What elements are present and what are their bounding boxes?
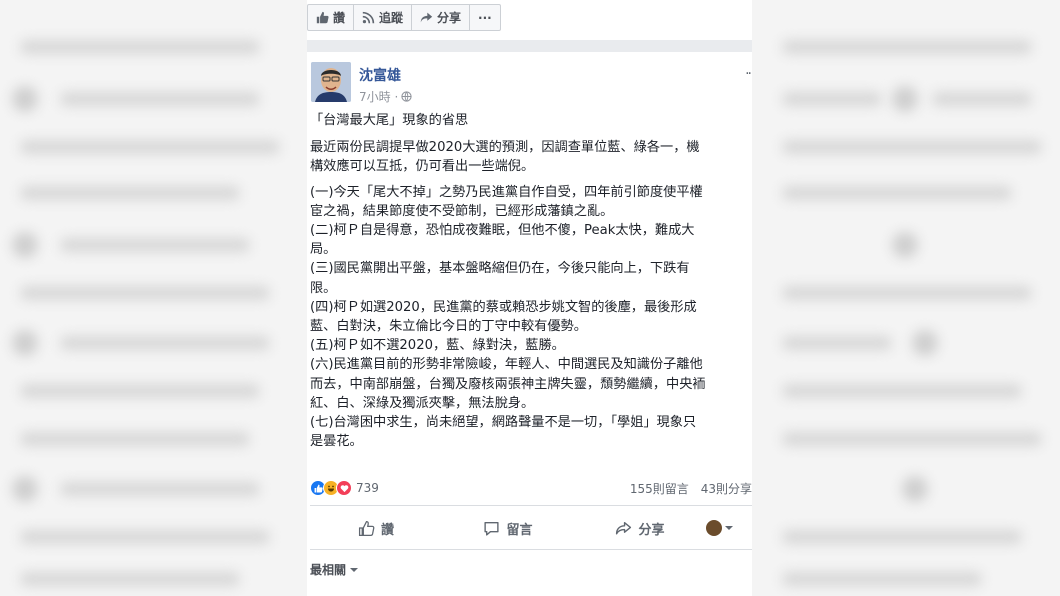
- point-line: (二)柯Ｐ自是得意，恐怕成夜難眠，但他不傻，Peak太快，難成大: [310, 223, 695, 239]
- comment-icon: [484, 521, 500, 536]
- like-button[interactable]: 讚: [310, 519, 442, 538]
- share-count[interactable]: 43則分享: [701, 480, 752, 497]
- author-avatar[interactable]: [311, 62, 351, 102]
- blurred-background-right: [752, 0, 1060, 596]
- chevron-down-icon: [350, 567, 359, 572]
- page-share-label: 分享: [437, 11, 462, 25]
- comment-label: 留言: [506, 522, 533, 538]
- more-options-button[interactable]: ···: [470, 5, 500, 30]
- comment-button[interactable]: 留言: [442, 519, 574, 538]
- globe-icon: [401, 91, 412, 102]
- blurred-background-left: [0, 0, 307, 596]
- point-line: 紅、白、深綠及獨派夾擊，無法脫身。: [310, 395, 535, 411]
- post-title: 「台灣最大尾」現象的省思: [310, 113, 469, 128]
- divider: [310, 549, 752, 550]
- point-line: 宦之禍，結果節度使不受節制，已經形成藩鎮之亂。: [310, 203, 614, 219]
- comment-count[interactable]: 155則留言: [630, 480, 689, 497]
- page-action-bar: 讚 追蹤 分享 ···: [307, 4, 501, 31]
- point-line: (一)今天「尾大不掉」之勢乃民進黨自作自受，四年前引節度使平權: [310, 184, 703, 200]
- post-header: 沈富雄 7小時 ·: [311, 62, 412, 105]
- reaction-count: 739: [356, 481, 379, 495]
- share-button[interactable]: 分享: [574, 519, 706, 538]
- share-arrow-icon: [616, 521, 632, 535]
- follow-button[interactable]: 追蹤: [354, 5, 413, 30]
- point-line: (三)國民黨開出平盤，基本盤略縮但仍在，今後只能向上，下跌有: [310, 261, 690, 277]
- reaction-stats: 739 155則留言 43則分享: [310, 478, 752, 498]
- rss-icon: [362, 11, 375, 24]
- point-line: (四)柯Ｐ如選2020，民進黨的蔡或賴恐步姚文智的後塵，最後形成: [310, 299, 697, 315]
- thumbs-up-icon: [316, 11, 329, 24]
- like-label: 讚: [380, 522, 394, 538]
- author-name[interactable]: 沈富雄: [359, 65, 412, 85]
- follow-label: 追蹤: [379, 11, 404, 25]
- post-options-button[interactable]: ··: [745, 66, 752, 82]
- page-like-label: 讚: [333, 11, 346, 25]
- point-line: (五)柯Ｐ如不選2020，藍、綠對決，藍勝。: [310, 338, 565, 354]
- thumbs-up-icon: [358, 520, 375, 536]
- reaction-summary[interactable]: 739: [310, 480, 379, 496]
- divider: [310, 505, 752, 506]
- point-line: 是曇花。: [310, 434, 363, 450]
- post-intro: 最近兩份民調提早做2020大選的預測，因調查單位藍、綠各一，機 構效應可以互抵，…: [310, 138, 750, 176]
- point-line: 藍、白對決，朱立倫比今日的丁守中較有優勢。: [310, 319, 587, 335]
- user-avatar: [706, 520, 722, 536]
- share-arrow-icon: [420, 12, 433, 23]
- point-line: 限。: [310, 280, 337, 296]
- post-time[interactable]: 7小時 ·: [359, 88, 398, 105]
- more-options-label: ···: [478, 10, 492, 25]
- love-reaction-icon: [336, 480, 352, 496]
- post-action-bar: 讚 留言 分享: [310, 511, 752, 545]
- intro-line: 最近兩份民調提早做2020大選的預測，因調查單位藍、綠各一，機: [310, 140, 700, 156]
- feed-separator: [307, 40, 752, 52]
- facebook-post: 讚 追蹤 分享 ··· 沈富雄 7小時 · ·· 「台灣最大尾」現象的省思 最近…: [307, 0, 752, 596]
- intro-line: 構效應可以互抵，仍可看出一些端倪。: [310, 159, 535, 175]
- sort-label: 最相關: [310, 563, 347, 577]
- point-line: 局。: [310, 242, 337, 258]
- post-points: (一)今天「尾大不掉」之勢乃民進黨自作自受，四年前引節度使平權 宦之禍，結果節度…: [310, 183, 750, 452]
- reply-as-selector[interactable]: [706, 520, 752, 536]
- comment-sort-selector[interactable]: 最相關: [310, 561, 359, 578]
- share-label: 分享: [638, 522, 665, 538]
- point-line: (六)民進黨目前的形勢非常險峻，年輕人、中間選民及知識份子離他: [310, 357, 703, 373]
- point-line: (七)台灣困中求生，尚未絕望，網路聲量不是一切，「學姐」現象只: [310, 415, 697, 431]
- post-body: 「台灣最大尾」現象的省思 最近兩份民調提早做2020大選的預測，因調查單位藍、綠…: [310, 111, 750, 457]
- page-share-button[interactable]: 分享: [412, 5, 471, 30]
- page-like-button[interactable]: 讚: [308, 5, 355, 30]
- point-line: 而去，中南部崩盤，台獨及廢核兩張神主牌失靈，頹勢繼續，中央袻: [310, 376, 706, 392]
- chevron-down-icon: [725, 526, 733, 530]
